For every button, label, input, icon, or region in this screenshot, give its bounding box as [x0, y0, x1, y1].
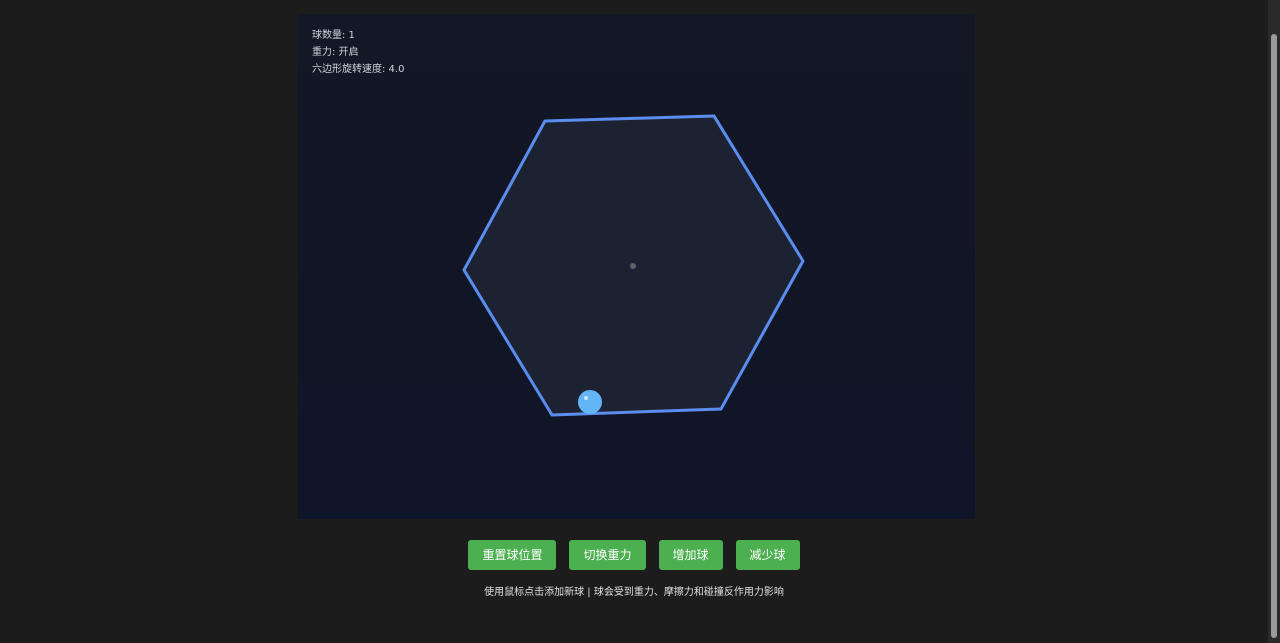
- stats-panel: 球数量: 1 重力: 开启 六边形旋转速度: 4.0: [312, 27, 404, 78]
- usage-hint: 使用鼠标点击添加新球 | 球会受到重力、摩擦力和碰撞反作用力影响: [484, 587, 784, 598]
- control-buttons: 重置球位置 切换重力 增加球 减少球: [0, 540, 1268, 570]
- simulation-svg: [462, 114, 805, 417]
- remove-ball-button[interactable]: 减少球: [735, 540, 800, 570]
- reset-ball-position-button[interactable]: 重置球位置: [468, 540, 557, 570]
- toggle-gravity-button[interactable]: 切换重力: [569, 540, 646, 570]
- ball-count-label: 球数量: 1: [312, 30, 355, 41]
- rotation-speed-label: 六边形旋转速度: 4.0: [312, 64, 405, 75]
- hexagon-center-dot: [630, 263, 636, 269]
- ball-highlight: [584, 396, 588, 400]
- gravity-status-label: 重力: 开启: [312, 47, 359, 58]
- simulation-canvas[interactable]: 球数量: 1 重力: 开启 六边形旋转速度: 4.0: [298, 14, 975, 519]
- add-ball-button[interactable]: 增加球: [658, 540, 723, 570]
- ball: [578, 390, 602, 414]
- page: 球数量: 1 重力: 开启 六边形旋转速度: 4.0 重置球位置 切换重力 增加…: [0, 0, 1280, 643]
- vertical-scrollbar[interactable]: [1268, 0, 1280, 643]
- scrollbar-thumb[interactable]: [1271, 34, 1277, 638]
